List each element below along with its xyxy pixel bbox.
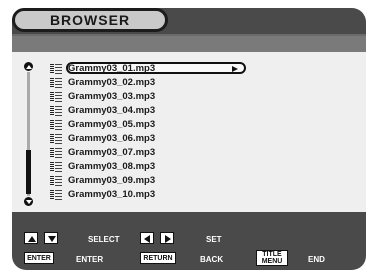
enter-key-button[interactable]: ENTER [24,252,54,264]
file-row[interactable]: Grammy03_01.mp3 [50,62,155,75]
down-key-button[interactable] [44,232,58,244]
file-row[interactable]: Grammy03_09.mp3 [50,174,155,187]
file-row[interactable]: Grammy03_03.mp3 [50,90,155,103]
file-name: Grammy03_06.mp3 [68,133,156,144]
file-name: Grammy03_05.mp3 [68,119,156,130]
title-menu-key-line2: MENU [261,258,283,265]
file-icon [50,63,62,74]
back-label: BACK [200,255,224,264]
scroll-up-icon[interactable] [24,62,33,71]
file-name: Grammy03_10.mp3 [68,189,156,200]
file-name: Grammy03_02.mp3 [68,77,156,88]
up-arrow-icon [28,236,36,242]
page-title: BROWSER [49,12,131,28]
file-name: Grammy03_01.mp3 [68,63,156,74]
file-icon [50,105,62,116]
control-bar: SELECT SET ENTER ENTER RETURN BACK TITLE… [12,228,366,270]
left-arrow-icon [144,235,150,243]
file-name: Grammy03_04.mp3 [68,105,156,116]
file-icon [50,133,62,144]
file-icon [50,77,62,88]
file-row[interactable]: Grammy03_05.mp3 [50,118,155,131]
file-row[interactable]: Grammy03_08.mp3 [50,160,155,173]
left-key-button[interactable] [140,232,154,244]
file-name: Grammy03_08.mp3 [68,161,156,172]
file-name: Grammy03_07.mp3 [68,147,156,158]
scroll-down-icon[interactable] [24,197,33,206]
title-menu-key-line1: TITLE [262,251,282,258]
file-icon [50,147,62,158]
file-icon [50,175,62,186]
list-header-bar [12,36,366,52]
select-label: SELECT [88,235,120,244]
enter-label: ENTER [76,255,104,264]
end-label: END [308,255,325,264]
file-row[interactable]: Grammy03_06.mp3 [50,132,155,145]
file-row[interactable]: Grammy03_02.mp3 [50,76,155,89]
file-row[interactable]: Grammy03_04.mp3 [50,104,155,117]
file-icon [50,161,62,172]
file-icon [50,119,62,130]
down-arrow-icon [48,236,56,242]
right-arrow-icon [165,235,171,243]
play-arrow-icon [232,66,238,72]
file-name: Grammy03_03.mp3 [68,91,156,102]
right-key-button[interactable] [160,232,174,244]
title-pill: BROWSER [12,8,168,32]
file-name: Grammy03_09.mp3 [68,175,156,186]
file-row[interactable]: Grammy03_07.mp3 [50,146,155,159]
scrollbar-thumb[interactable] [26,150,31,194]
title-menu-key-button[interactable]: TITLE MENU [256,250,288,266]
file-icon [50,189,62,200]
file-row[interactable]: Grammy03_10.mp3 [50,188,155,201]
return-key-button[interactable]: RETURN [140,252,176,264]
set-label: SET [206,235,222,244]
up-key-button[interactable] [24,232,38,244]
file-icon [50,91,62,102]
